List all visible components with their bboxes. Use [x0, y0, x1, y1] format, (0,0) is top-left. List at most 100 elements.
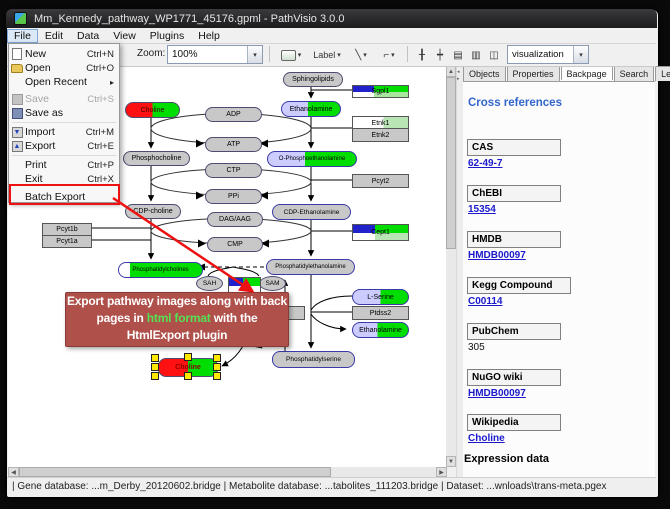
zoom-combobox[interactable]: 100% ▾: [167, 45, 263, 64]
horizontal-scrollbar[interactable]: ◀ ▶: [8, 467, 446, 477]
selection-handle[interactable]: [151, 372, 159, 380]
label-dropdown-icon[interactable]: ▾: [337, 51, 341, 59]
scroll-left-icon[interactable]: ◀: [8, 467, 19, 477]
node-phosphatidylethanolamine[interactable]: Phosphatidylethanolamine: [266, 259, 355, 275]
node-l-serine[interactable]: L-Serine: [352, 289, 409, 305]
node-cdp-choline[interactable]: CDP-choline: [125, 204, 181, 219]
datanode-dropdown-icon[interactable]: ▾: [298, 51, 302, 59]
node-sam[interactable]: SAM: [259, 276, 286, 291]
node-sphingolipids[interactable]: Sphingolipids: [283, 72, 343, 87]
selection-handle[interactable]: [184, 353, 192, 361]
selection-handle[interactable]: [213, 354, 221, 362]
node-ptdss2[interactable]: Ptdss2: [352, 306, 409, 320]
file-menu-save[interactable]: SaveCtrl+S: [9, 92, 119, 106]
save-as-icon: [9, 108, 25, 119]
panel-splitter[interactable]: ◂ ▸: [456, 66, 463, 477]
node-dag-aag[interactable]: DAG/AAG: [207, 212, 263, 227]
node-ctp[interactable]: CTP: [205, 163, 262, 178]
tab-legend[interactable]: Legend: [655, 66, 670, 81]
scroll-up-icon[interactable]: ▲: [446, 66, 456, 77]
node-atp[interactable]: ATP: [205, 137, 262, 152]
xref-link-hmdb[interactable]: HMDB00097: [468, 250, 526, 261]
tab-properties[interactable]: Properties: [507, 66, 560, 81]
file-menu-import[interactable]: ▼ ImportCtrl+M: [9, 125, 119, 139]
status-bar: | Gene database: ...m_Derby_20120602.bri…: [7, 477, 656, 494]
line-tool-icon: ╲: [355, 50, 361, 61]
file-menu-open-recent[interactable]: Open Recent▸: [9, 75, 119, 89]
menu-file[interactable]: File: [7, 29, 38, 43]
node-sah[interactable]: SAH: [196, 276, 223, 291]
connector-dropdown-icon[interactable]: ▾: [391, 51, 395, 59]
visualization-combobox[interactable]: visualization ▾: [507, 45, 589, 64]
xref-link-nugo[interactable]: HMDB00097: [468, 388, 526, 399]
save-icon: [9, 94, 25, 105]
visualization-dropdown-icon[interactable]: ▾: [573, 46, 588, 63]
callout-line2: pages in html format with the: [66, 310, 288, 327]
menu-plugins[interactable]: Plugins: [143, 29, 191, 43]
node-cmp[interactable]: CMP: [207, 237, 263, 252]
selection-handle[interactable]: [213, 363, 221, 371]
scroll-down-icon[interactable]: ▼: [446, 456, 456, 467]
node-pcyt2[interactable]: Pcyt2: [352, 174, 409, 188]
file-menu-open[interactable]: OpenCtrl+O: [9, 61, 119, 75]
distribute-v-button[interactable]: ▥: [467, 45, 485, 65]
file-menu-save-as[interactable]: Save as: [9, 106, 119, 120]
xref-section-hmdb: HMDB: [467, 231, 561, 248]
file-menu-export[interactable]: ▲ ExportCtrl+E: [9, 139, 119, 153]
menu-view[interactable]: View: [106, 29, 143, 43]
xref-link-cas[interactable]: 62-49-7: [468, 158, 502, 169]
vertical-scroll-thumb[interactable]: [446, 77, 456, 249]
menu-edit[interactable]: Edit: [38, 29, 70, 43]
distribute-h-button[interactable]: ▤: [449, 45, 467, 65]
splitter-collapse-icon[interactable]: ◂: [457, 69, 460, 75]
xref-link-chebi[interactable]: 15354: [468, 204, 496, 215]
node-pcyt1a[interactable]: Pcyt1a: [42, 235, 92, 248]
node-phosphocholine[interactable]: Phosphocholine: [123, 151, 190, 166]
selection-handle[interactable]: [184, 372, 192, 380]
xref-link-kegg[interactable]: C00114: [468, 296, 502, 307]
node-adp[interactable]: ADP: [205, 107, 262, 122]
file-menu-new[interactable]: NewCtrl+N: [9, 47, 119, 61]
selection-handle[interactable]: [213, 372, 221, 380]
node-cdp-ethanolamine[interactable]: CDP-Ethanolamine: [272, 204, 351, 220]
xref-section-kegg: Kegg Compound: [467, 277, 571, 294]
line-tool-button[interactable]: ╲ ▾: [347, 45, 375, 65]
node-choline-top[interactable]: Choline: [125, 102, 180, 118]
title-bar[interactable]: Mm_Kennedy_pathway_WP1771_45176.gpml - P…: [6, 9, 657, 28]
xref-section-chebi: ChEBI: [467, 185, 561, 202]
menu-data[interactable]: Data: [70, 29, 106, 43]
tab-backpage[interactable]: Backpage: [561, 65, 613, 80]
expression-data-heading: Expression data: [464, 453, 549, 465]
selection-handle[interactable]: [151, 354, 159, 362]
label-tool-button[interactable]: Label ▾: [307, 45, 347, 65]
menu-help[interactable]: Help: [191, 29, 227, 43]
file-menu-print[interactable]: PrintCtrl+P: [9, 158, 119, 172]
node-ethanolamine-bottom[interactable]: Ethanolamine: [352, 322, 409, 338]
stack-button[interactable]: ◫: [485, 45, 503, 65]
window-title: Mm_Kennedy_pathway_WP1771_45176.gpml - P…: [34, 13, 344, 25]
node-ppi[interactable]: PPi: [205, 189, 262, 204]
vertical-scrollbar[interactable]: ▲ ▼: [446, 66, 456, 467]
zoom-dropdown-icon[interactable]: ▾: [247, 46, 262, 63]
node-ethanolamine-top[interactable]: Ethanolamine: [281, 101, 341, 117]
datanode-tool-button[interactable]: ▾: [275, 45, 307, 65]
splitter-expand-icon[interactable]: ▸: [457, 76, 460, 82]
xref-link-wikipedia[interactable]: Choline: [468, 433, 505, 444]
node-cept1[interactable]: Cept1: [352, 224, 409, 241]
connector-tool-button[interactable]: ⌐ ▾: [375, 45, 403, 65]
node-etnk2[interactable]: Etnk2: [352, 128, 409, 142]
tab-search[interactable]: Search: [614, 66, 655, 81]
align-center-x-button[interactable]: ╂: [413, 45, 431, 65]
selection-handle[interactable]: [151, 363, 159, 371]
tab-objects[interactable]: Objects: [463, 66, 506, 81]
scroll-right-icon[interactable]: ▶: [436, 467, 447, 477]
datanode-icon: [281, 50, 296, 61]
node-phosphatidylserine[interactable]: Phosphatidylserine: [272, 351, 355, 368]
align-center-y-button[interactable]: ┿: [431, 45, 449, 65]
distribute-h-icon: ▤: [453, 50, 462, 61]
node-o-phosphoethanolamine[interactable]: O-Phosphoethanolamine: [267, 151, 357, 167]
node-phosphatidylcholines[interactable]: Phosphatidylcholines: [118, 262, 203, 278]
node-sgpl1[interactable]: Sgpl1: [352, 85, 409, 98]
line-dropdown-icon[interactable]: ▾: [363, 51, 367, 59]
horizontal-scroll-thumb[interactable]: [19, 467, 331, 477]
